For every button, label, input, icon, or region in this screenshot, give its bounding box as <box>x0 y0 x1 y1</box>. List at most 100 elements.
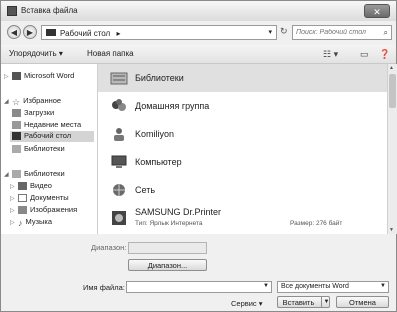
item-name: SAMSUNG Dr.Printer <box>135 207 222 217</box>
word-app-icon <box>7 6 17 16</box>
insert-dropdown-icon[interactable]: ▼ <box>321 297 331 308</box>
range-label: Диапазон: <box>91 243 127 252</box>
view-options-icon[interactable]: ☷ ▾ <box>323 49 338 60</box>
music-icon: ♪ <box>18 218 23 229</box>
organize-button[interactable]: Упорядочить ▾ <box>9 49 63 58</box>
nav-label: Библиотеки <box>24 144 65 153</box>
new-folder-button[interactable]: Новая папка <box>87 49 134 58</box>
nav-label: Загрузки <box>24 108 55 117</box>
list-item[interactable]: Домашняя группа <box>98 92 387 120</box>
images-icon <box>18 206 27 215</box>
nav-label: Microsoft Word <box>24 71 75 80</box>
nav-label: Видео <box>30 181 52 190</box>
forward-button[interactable]: ▶ <box>23 25 37 39</box>
nav-item-images[interactable]: ▷ Изображения <box>10 205 78 215</box>
nav-item-libraries[interactable]: ◢ Библиотеки <box>4 169 65 179</box>
list-item[interactable]: Компьютер <box>98 148 387 176</box>
filetype-select[interactable]: Все документы Word ▼ <box>277 281 389 293</box>
breadcrumb-desktop[interactable]: Рабочий стол <box>60 29 110 38</box>
search-box[interactable]: ⌕ <box>292 25 392 40</box>
list-item[interactable]: Сеть <box>98 176 387 204</box>
libraries-icon <box>12 145 21 154</box>
filename-input[interactable] <box>129 282 259 292</box>
recent-places-icon <box>12 121 21 130</box>
address-dropdown-icon[interactable]: ▾ <box>268 28 272 36</box>
expand-arrow-icon[interactable]: ▷ <box>10 195 18 202</box>
collapse-arrow-icon[interactable]: ◢ <box>4 98 12 105</box>
filetype-dropdown-icon[interactable]: ▼ <box>380 283 386 289</box>
list-item[interactable]: SAMSUNG Dr.Printer Тип: Ярлык Интернета … <box>98 204 387 232</box>
expand-arrow-icon[interactable]: ▷ <box>4 73 12 80</box>
nav-label: Документы <box>30 193 69 202</box>
filename-dropdown-icon[interactable]: ▼ <box>263 283 269 289</box>
window-title: Вставка файла <box>21 6 78 15</box>
item-name: Komiliyon <box>135 129 175 139</box>
range-input <box>128 242 207 254</box>
file-list-scrollbar[interactable]: ▲ ▼ <box>387 64 397 234</box>
nav-item-favorites[interactable]: ◢ ☆ Избранное <box>4 96 61 107</box>
search-input[interactable] <box>296 27 376 38</box>
expand-arrow-icon[interactable]: ▷ <box>10 207 18 214</box>
service-label: Сервис <box>231 299 257 308</box>
nav-item-video[interactable]: ▷ Видео <box>10 181 52 191</box>
bottom-panel: Диапазон: Диапазон... Имя файла: ▼ Все д… <box>1 235 396 311</box>
item-name: Сеть <box>135 185 156 195</box>
word-icon <box>12 72 21 81</box>
refresh-icon[interactable]: ↻ <box>280 26 288 37</box>
nav-item-downloads[interactable]: Загрузки <box>12 108 55 118</box>
back-button[interactable]: ◀ <box>7 25 21 39</box>
item-type: Тип: Ярлык Интернета <box>135 220 203 227</box>
toolbar: Упорядочить ▾ Новая папка ☷ ▾ ▭ ❓ <box>1 45 396 64</box>
navigation-pane: ▷ Microsoft Word ◢ ☆ Избранное Загрузки Нед… <box>1 64 98 234</box>
expand-arrow-icon[interactable]: ▷ <box>10 183 18 190</box>
file-list: Библиотеки Домашняя группа Komiliyon Ком… <box>98 64 387 234</box>
computer-icon <box>111 155 127 168</box>
nav-label: Музыка <box>25 217 53 226</box>
item-name: Библиотеки <box>135 73 184 83</box>
preview-pane-icon[interactable]: ▭ <box>360 49 369 60</box>
user-folder-icon <box>114 128 124 141</box>
downloads-icon <box>12 109 21 118</box>
search-icon[interactable]: ⌕ <box>384 28 388 38</box>
scroll-up-icon[interactable]: ▲ <box>389 65 394 71</box>
video-icon <box>18 182 27 191</box>
nav-item-libraries-favorite[interactable]: Библиотеки <box>12 144 65 154</box>
internet-shortcut-icon <box>112 211 126 225</box>
item-size: Размер: 276 байт <box>290 220 343 227</box>
homegroup-icon <box>112 99 126 111</box>
range-button[interactable]: Диапазон... <box>128 259 207 271</box>
scroll-down-icon[interactable]: ▼ <box>389 227 394 233</box>
collapse-arrow-icon[interactable]: ◢ <box>4 171 12 178</box>
libraries-icon <box>110 72 128 85</box>
nav-item-music[interactable]: ▷ ♪ Музыка <box>10 217 53 229</box>
nav-item-desktop[interactable]: Рабочий стол <box>10 131 94 142</box>
scrollbar-thumb[interactable] <box>389 74 396 108</box>
close-button[interactable]: ✕ <box>364 4 390 18</box>
service-menu[interactable]: Сервис ▾ <box>231 299 263 308</box>
expand-arrow-icon[interactable]: ▷ <box>10 219 18 226</box>
nav-label: Рабочий стол <box>24 131 72 140</box>
desktop-icon <box>12 132 21 141</box>
address-bar-row: ◀ ▶ Рабочий стол ▸ ▾ ↻ ⌕ <box>5 23 392 43</box>
list-item[interactable]: Библиотеки <box>98 64 387 92</box>
insert-label: Вставить <box>282 298 315 307</box>
insert-file-dialog: Вставка файла ✕ ◀ ▶ Рабочий стол ▸ ▾ ↻ ⌕… <box>0 0 397 312</box>
desktop-folder-icon <box>46 29 56 36</box>
item-name: Домашняя группа <box>135 101 210 111</box>
nav-label: Недавние места <box>24 120 82 129</box>
nav-item-microsoft-word[interactable]: ▷ Microsoft Word <box>4 71 75 81</box>
filename-label: Имя файла: <box>83 283 125 292</box>
nav-label: Изображения <box>30 205 78 214</box>
item-name: Компьютер <box>135 157 182 167</box>
address-box[interactable]: Рабочий стол ▸ ▾ <box>41 25 277 40</box>
filetype-value: Все документы Word <box>281 283 349 290</box>
list-item[interactable]: Komiliyon <box>98 120 387 148</box>
help-icon[interactable]: ❓ <box>379 49 390 60</box>
breadcrumb-separator-icon[interactable]: ▸ <box>116 29 120 38</box>
filename-field[interactable]: ▼ <box>126 281 272 293</box>
cancel-button[interactable]: Отмена <box>336 296 389 308</box>
nav-item-recent-places[interactable]: Недавние места <box>12 120 82 130</box>
libraries-icon <box>12 170 21 179</box>
network-icon <box>113 184 125 196</box>
nav-item-documents[interactable]: ▷ Документы <box>10 193 69 203</box>
